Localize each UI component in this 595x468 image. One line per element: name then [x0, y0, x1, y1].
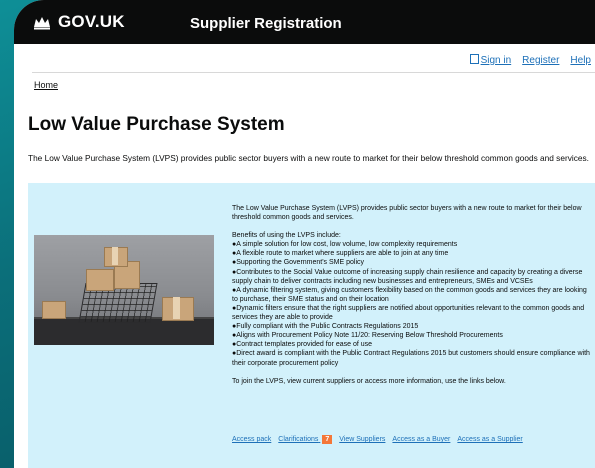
box-shape: [86, 269, 114, 291]
benefits-heading: Benefits of using the LVPS include:: [232, 232, 341, 240]
clarifications-count-badge: 7: [322, 435, 333, 444]
benefit-item: ●Contract templates provided for ease of…: [232, 341, 373, 349]
crown-icon: [34, 17, 50, 30]
panel-content: The Low Value Purchase System (LVPS) pro…: [232, 204, 592, 386]
view-suppliers-link[interactable]: View Suppliers: [339, 436, 385, 443]
register-link[interactable]: Register: [522, 55, 559, 66]
breadcrumb-home[interactable]: Home: [34, 80, 58, 90]
benefit-item: ●A simple solution for low cost, low vol…: [232, 241, 458, 249]
box-shape: [42, 301, 66, 319]
shopping-cart-image: [34, 235, 214, 345]
benefit-item: ●Contributes to the Social Value outcome…: [232, 268, 583, 285]
intro-text: The Low Value Purchase System (LVPS) pro…: [28, 153, 589, 163]
benefit-item: ●Direct award is compliant with the Publ…: [232, 350, 590, 367]
access-pack-link[interactable]: Access pack: [232, 436, 271, 443]
access-buyer-link[interactable]: Access as a Buyer: [392, 436, 450, 443]
divider: [32, 72, 595, 73]
tape-shape: [112, 247, 118, 265]
sign-in-label: Sign in: [480, 55, 512, 66]
sign-in-icon: [469, 54, 479, 64]
access-supplier-link[interactable]: Access as a Supplier: [457, 436, 522, 443]
panel-lead: The Low Value Purchase System (LVPS) pro…: [232, 205, 582, 222]
service-name[interactable]: Supplier Registration: [190, 15, 342, 32]
panel-closing: To join the LVPS, view current suppliers…: [232, 377, 506, 385]
logo-text: GOV.UK: [58, 12, 125, 31]
clarifications-label: Clarifications: [278, 436, 319, 443]
benefit-item: ●Dynamic filters ensure that the right s…: [232, 304, 585, 322]
clarifications-link[interactable]: Clarifications 7: [278, 435, 333, 444]
benefit-item: ●A flexible route to market where suppli…: [232, 250, 449, 258]
benefit-item: ●Fully compliant with the Public Contrac…: [232, 323, 419, 331]
sign-in-link[interactable]: Sign in: [469, 54, 512, 66]
tape-shape: [173, 297, 180, 319]
site-header: GOV.UK Supplier Registration: [14, 0, 595, 44]
page-title: Low Value Purchase System: [28, 114, 285, 135]
browser-page: GOV.UK Supplier Registration Sign in Reg…: [14, 0, 595, 468]
govuk-logo[interactable]: GOV.UK: [32, 12, 125, 32]
account-links: Sign in Register Help: [469, 54, 591, 66]
benefit-item: ●A dynamic filtering system, giving cust…: [232, 286, 587, 303]
benefit-item: ●Aligns with Procurement Policy Note 11/…: [232, 332, 503, 340]
benefit-item: ●Supporting the Government's SME policy: [232, 259, 365, 267]
help-link[interactable]: Help: [570, 55, 591, 66]
action-links: Access pack Clarifications 7 View Suppli…: [232, 435, 523, 444]
